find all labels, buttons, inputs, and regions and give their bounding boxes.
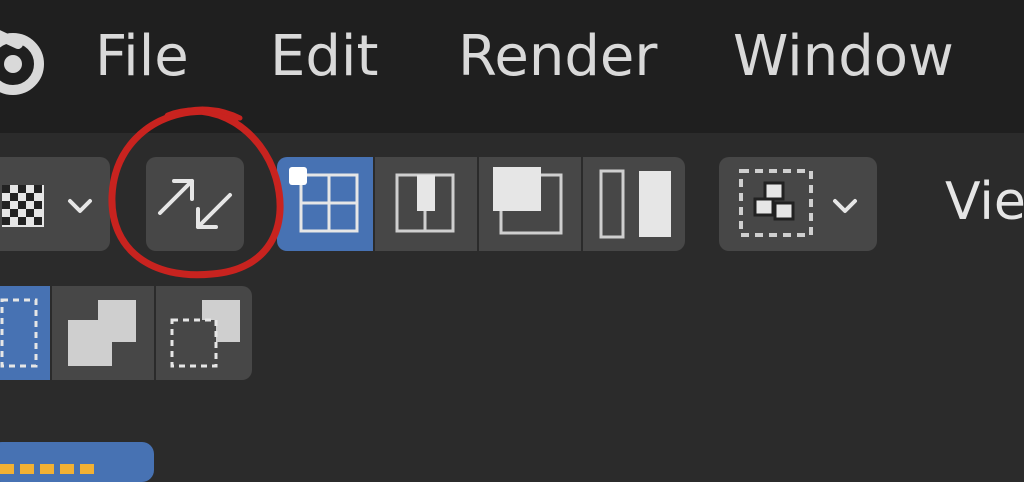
layout-button-1[interactable] bbox=[277, 157, 373, 251]
blender-logo-icon[interactable] bbox=[0, 22, 48, 96]
select-mode-new-button[interactable] bbox=[0, 286, 50, 380]
select-mode-subtract-button[interactable] bbox=[154, 286, 252, 380]
tab-indicator bbox=[0, 464, 100, 474]
layout-quad-icon bbox=[289, 167, 359, 233]
layout-button-4[interactable] bbox=[581, 157, 685, 251]
divider bbox=[50, 286, 52, 380]
checker-shading-icon bbox=[2, 185, 44, 227]
menu-file[interactable]: File bbox=[95, 22, 189, 92]
top-menu-bar: File Edit Render Window bbox=[0, 0, 1024, 133]
menu-edit[interactable]: Edit bbox=[270, 22, 378, 92]
divider bbox=[154, 286, 156, 380]
chevron-down-icon bbox=[68, 199, 92, 213]
select-new-icon bbox=[0, 298, 38, 368]
bottom-tab[interactable] bbox=[0, 442, 154, 482]
layout-two-columns-icon bbox=[599, 169, 671, 239]
view-menu[interactable]: Vie bbox=[945, 167, 1024, 237]
chevron-down-icon bbox=[833, 199, 857, 213]
divider bbox=[477, 157, 479, 251]
swap-arrows-icon bbox=[158, 179, 232, 229]
divider bbox=[581, 157, 583, 251]
layout-split-vertical-icon bbox=[395, 173, 455, 233]
layout-button-2[interactable] bbox=[373, 157, 477, 251]
menu-render[interactable]: Render bbox=[458, 22, 657, 92]
selection-mode-dropdown[interactable] bbox=[719, 157, 877, 251]
layout-large-pane-icon bbox=[493, 167, 563, 235]
shading-dropdown[interactable] bbox=[0, 157, 110, 251]
menu-window[interactable]: Window bbox=[733, 22, 954, 92]
layout-button-3[interactable] bbox=[477, 157, 581, 251]
selection-mode-icon bbox=[739, 169, 813, 237]
sync-selection-button[interactable] bbox=[146, 157, 244, 251]
select-mode-extend-button[interactable] bbox=[50, 286, 154, 380]
divider bbox=[373, 157, 375, 251]
select-extend-icon bbox=[68, 300, 136, 366]
select-subtract-icon bbox=[170, 300, 240, 368]
